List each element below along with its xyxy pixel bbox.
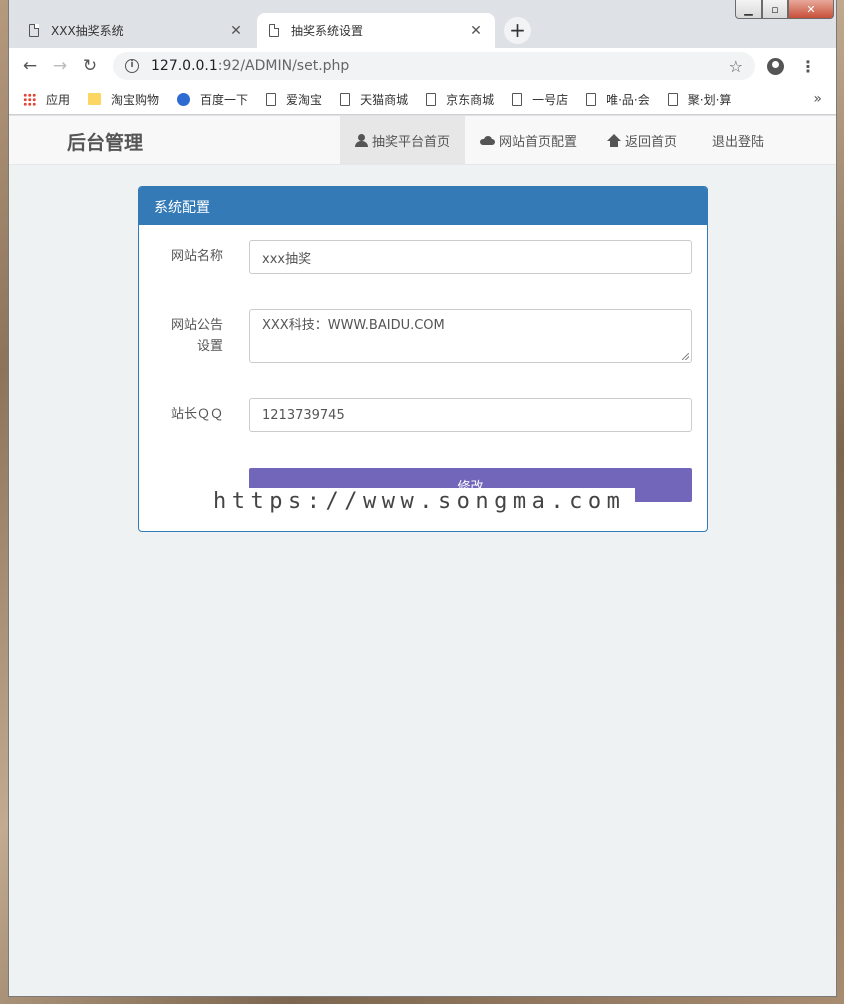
nav-label: 退出登陆 (712, 135, 765, 150)
bookmark-jd[interactable]: 京东商城 (426, 91, 494, 108)
browser-window: ▁ ▫ ✕ XXX抽奖系统 ✕ 抽奖系统设置 ✕ + ← → ↻ i 127.0… (8, 0, 837, 997)
apps-icon (23, 92, 36, 106)
page-icon (512, 92, 523, 106)
bookmark-aitaobao[interactable]: 爱淘宝 (266, 91, 322, 108)
bookmark-vip[interactable]: 唯·品·会 (586, 91, 650, 108)
qq-input[interactable] (249, 398, 692, 432)
notice-label: 网站公告 设置 (143, 315, 223, 357)
address-bar[interactable]: i 127.0.0.1:92/ADMIN/set.php ☆ (113, 52, 755, 80)
bookmark-apps[interactable]: 应用 (23, 91, 70, 108)
page-icon (29, 24, 39, 37)
browser-toolbar: ← → ↻ i 127.0.0.1:92/ADMIN/set.php ☆ ⋮ (9, 48, 836, 84)
forward-icon[interactable]: → (45, 56, 75, 76)
page-icon (667, 92, 678, 106)
bookmark-label: 百度一下 (200, 92, 249, 107)
url-host: 127.0.0.1 (151, 58, 218, 74)
site-name-label: 网站名称 (170, 249, 223, 264)
brand-title[interactable]: 后台管理 (67, 128, 143, 155)
bookmark-label: 京东商城 (446, 92, 495, 107)
notice-label-line2: 设置 (196, 339, 223, 354)
panel-title: 系统配置 (139, 187, 707, 225)
nav-return-home[interactable]: 返回首页 (592, 116, 692, 165)
nav-logout[interactable]: 退出登陆 (692, 116, 779, 165)
bookmark-label: 淘宝购物 (111, 92, 160, 107)
menu-icon[interactable]: ⋮ (800, 57, 816, 76)
user-icon (355, 134, 368, 147)
url-path: :92/ADMIN/set.php (217, 58, 350, 74)
page-icon (266, 92, 277, 106)
nav-site-config[interactable]: 网站首页配置 (465, 116, 592, 165)
page-viewport: 后台管理 抽奖平台首页 网站首页配置 返回首页 退出登陆 系统配置 网站名称 x… (9, 116, 836, 996)
site-name-input[interactable] (249, 240, 692, 274)
tab-title: 抽奖系统设置 (291, 24, 364, 38)
window-controls: ▁ ▫ ✕ (735, 0, 834, 19)
new-tab-button[interactable]: + (504, 17, 531, 44)
nav-label: 抽奖平台首页 (372, 135, 451, 150)
tab-strip: XXX抽奖系统 ✕ 抽奖系统设置 ✕ + (9, 0, 836, 48)
watermark-text: https://www.songma.com (207, 488, 636, 519)
more-bookmarks-icon[interactable]: » (813, 91, 822, 107)
page-icon (269, 24, 279, 37)
page-icon (340, 92, 351, 106)
cloud-icon (480, 136, 496, 145)
reload-icon[interactable]: ↻ (75, 56, 105, 76)
bookmark-star-icon[interactable]: ☆ (729, 57, 743, 76)
tab-title: XXX抽奖系统 (51, 24, 124, 38)
resize-grip-icon[interactable] (682, 353, 689, 360)
admin-navbar: 后台管理 抽奖平台首页 网站首页配置 返回首页 退出登陆 (9, 116, 836, 165)
tab-lottery-system[interactable]: XXX抽奖系统 ✕ (17, 13, 255, 48)
bookmark-yhd[interactable]: 一号店 (512, 91, 568, 108)
close-window-icon[interactable]: ✕ (788, 0, 834, 19)
bookmark-label: 一号店 (532, 92, 569, 107)
notice-text: XXX科技：WWW.BAIDU.COM (262, 318, 445, 333)
bookmark-juhuasuan[interactable]: 聚·划·算 (667, 91, 732, 108)
nav-lottery-home[interactable]: 抽奖平台首页 (340, 116, 466, 165)
maximize-icon[interactable]: ▫ (762, 0, 788, 19)
config-panel: 系统配置 网站名称 网站公告 设置 XXX科技：WWW.BAIDU.COM 站长… (138, 186, 708, 532)
info-icon[interactable]: i (125, 59, 139, 73)
tab-close-icon[interactable]: ✕ (229, 23, 243, 39)
bookmark-baidu[interactable]: 百度一下 (177, 91, 248, 108)
page-icon (426, 92, 437, 106)
bookmark-label: 聚·划·算 (687, 92, 732, 107)
minimize-icon[interactable]: ▁ (735, 0, 762, 19)
bookmark-label: 唯·品·会 (606, 92, 650, 107)
nav-links: 抽奖平台首页 网站首页配置 返回首页 退出登陆 (340, 116, 779, 165)
bookmark-label: 天猫商城 (360, 92, 409, 107)
qq-label: 站长ＱＱ (170, 407, 223, 422)
bookmarks-bar: 应用 淘宝购物 百度一下 爱淘宝 天猫商城 京东商城 一号店 唯·品·会 聚·划… (9, 84, 836, 115)
nav-label: 返回首页 (625, 135, 678, 150)
tab-lottery-settings[interactable]: 抽奖系统设置 ✕ (257, 13, 495, 48)
bookmark-label: 应用 (46, 92, 71, 107)
notice-textarea[interactable]: XXX科技：WWW.BAIDU.COM (249, 309, 692, 363)
tab-close-icon[interactable]: ✕ (469, 23, 483, 39)
nav-label: 网站首页配置 (499, 135, 578, 150)
page-icon (586, 92, 597, 106)
home-icon (607, 134, 622, 147)
bookmark-tmall[interactable]: 天猫商城 (340, 91, 408, 108)
notice-label-line1: 网站公告 (170, 318, 223, 333)
baidu-icon (177, 92, 191, 106)
account-icon[interactable] (767, 57, 784, 75)
folder-icon (88, 93, 102, 105)
back-icon[interactable]: ← (15, 56, 45, 76)
bookmark-taobao[interactable]: 淘宝购物 (88, 91, 159, 108)
bookmark-label: 爱淘宝 (286, 92, 323, 107)
